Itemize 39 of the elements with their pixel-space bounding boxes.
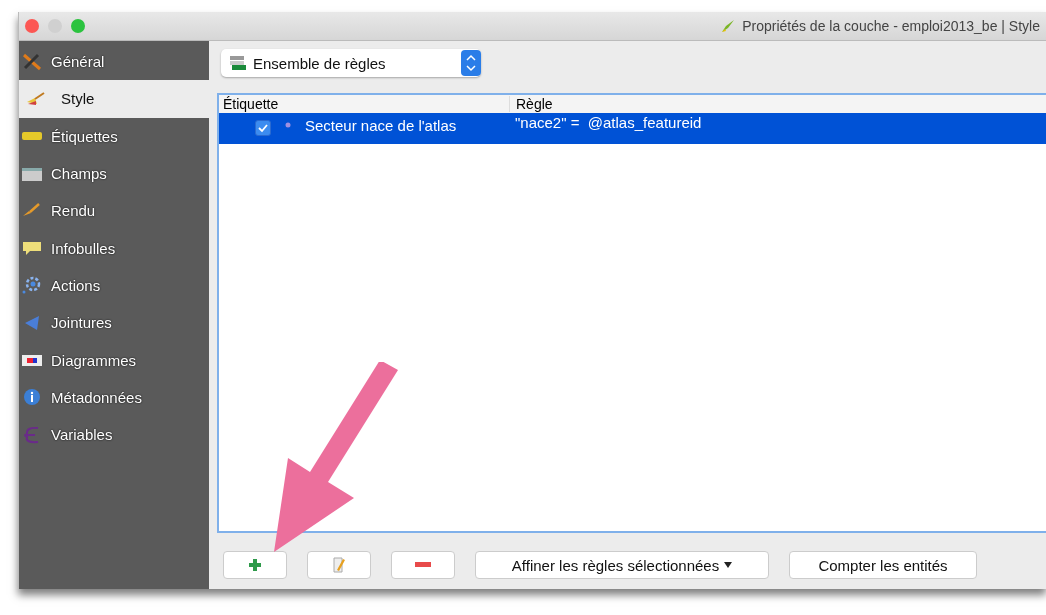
edit-button[interactable] bbox=[307, 551, 371, 579]
speech-bubble-icon bbox=[21, 239, 43, 258]
sidebar-item[interactable]: Jointures bbox=[19, 304, 209, 342]
sidebar-item[interactable]: Général bbox=[19, 43, 209, 81]
sidebar-item[interactable]: Diagrammes bbox=[19, 341, 209, 379]
info-icon bbox=[21, 388, 43, 407]
refine-button[interactable]: Affiner les règles sélectionnées bbox=[475, 551, 769, 579]
column-header[interactable]: Règle bbox=[509, 96, 553, 112]
pencil-icon bbox=[332, 556, 346, 574]
sidebar-item[interactable]: Style bbox=[19, 80, 209, 118]
plus-icon bbox=[248, 558, 262, 572]
brush-icon bbox=[25, 89, 47, 108]
remove-button[interactable] bbox=[391, 551, 455, 579]
caret-icon bbox=[724, 562, 733, 568]
minus-icon bbox=[415, 562, 431, 568]
rule-expression: "nace2" = @atlas_featureid bbox=[514, 114, 702, 131]
brush-icon bbox=[720, 18, 737, 34]
column-header[interactable]: Étiquette bbox=[219, 96, 509, 112]
add-button[interactable] bbox=[223, 551, 287, 579]
gear-icon bbox=[21, 276, 43, 295]
rule-row[interactable]: Secteur nace de l'atlas "nace2" = @atlas_featureid bbox=[219, 113, 1046, 144]
count-button[interactable]: Compter les entités bbox=[789, 551, 977, 579]
close-button[interactable] bbox=[25, 19, 39, 33]
symbol-icon bbox=[285, 122, 291, 128]
tools-icon bbox=[21, 52, 43, 71]
sidebar-item[interactable]: Actions bbox=[19, 266, 209, 305]
sidebar-item[interactable]: Variables bbox=[19, 415, 209, 454]
sidebar-item[interactable]: Métadonnées bbox=[19, 378, 209, 416]
rule-label: Secteur nace de l'atlas bbox=[305, 116, 457, 134]
renderer-dropdown[interactable]: Ensemble de règles bbox=[221, 49, 481, 77]
window-title: Propriétés de la couche - emploi2013_be | Style bbox=[742, 18, 1040, 34]
sidebar-item[interactable]: Rendu bbox=[19, 192, 209, 230]
stepper-icon bbox=[461, 50, 481, 76]
rules-icon bbox=[229, 55, 247, 71]
sidebar-item[interactable]: Infobulles bbox=[19, 229, 209, 267]
sidebar-item[interactable]: Étiquettes bbox=[19, 117, 209, 155]
zoom-button[interactable] bbox=[71, 19, 85, 33]
checkbox[interactable] bbox=[255, 120, 271, 136]
sidebar-item[interactable]: Champs bbox=[19, 154, 209, 193]
